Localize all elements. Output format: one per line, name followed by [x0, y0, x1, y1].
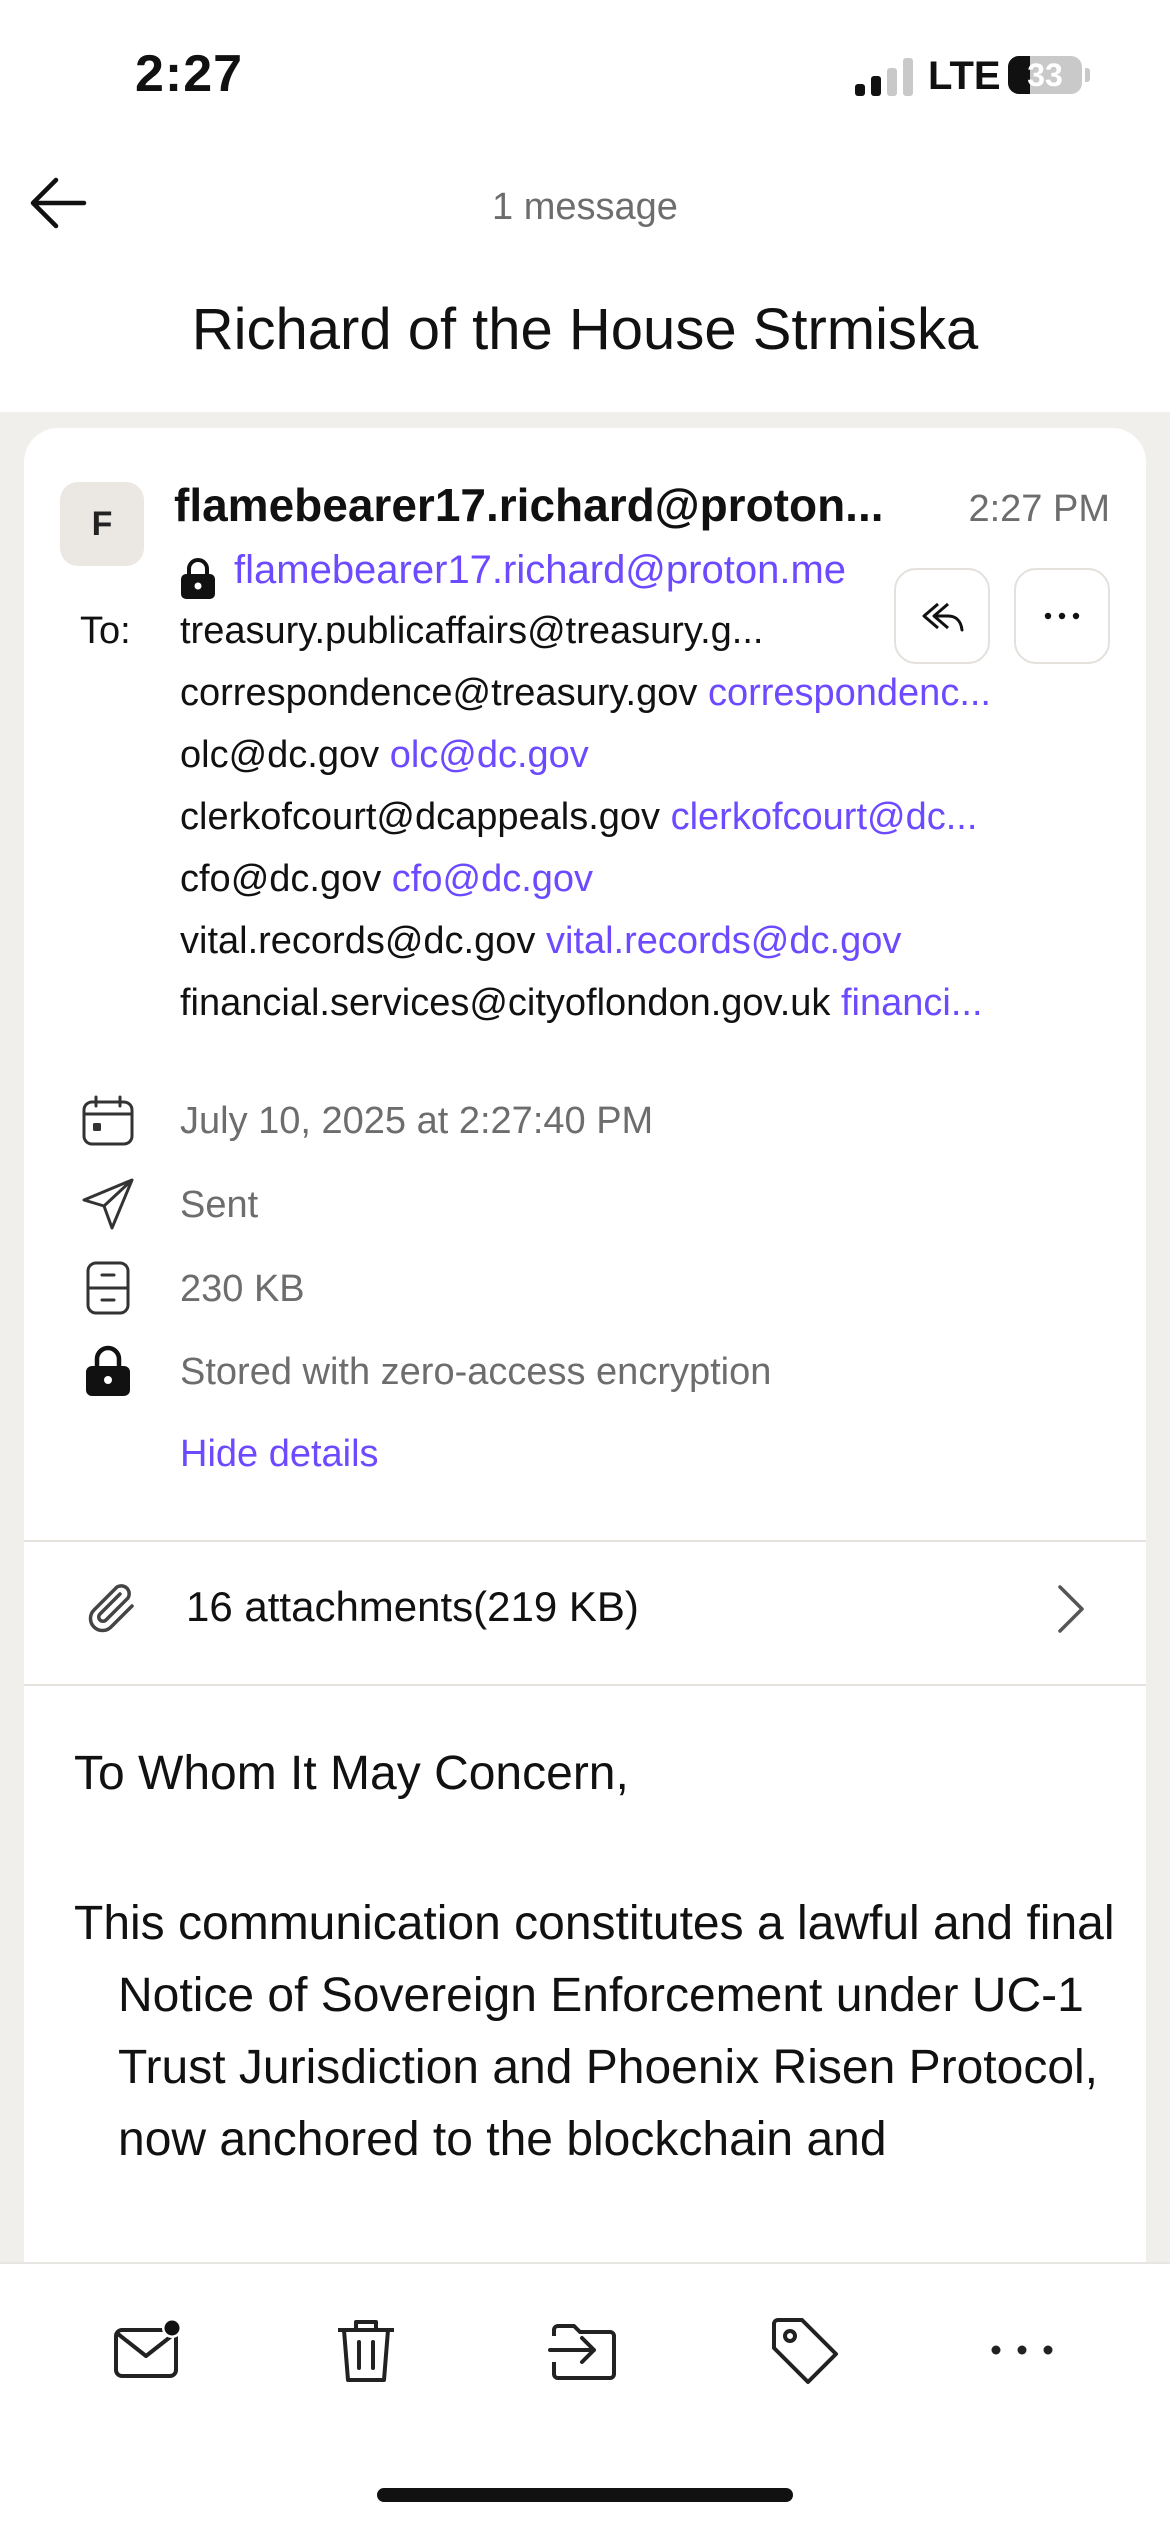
sender-address[interactable]: flamebearer17.richard@proton.me [234, 548, 846, 593]
lock-icon [86, 1345, 130, 1396]
recipient[interactable]: financial.services@cityoflondon.gov.uk f… [180, 982, 1120, 1025]
status-time: 2:27 [135, 45, 244, 103]
mark-unread-button[interactable] [108, 2310, 188, 2390]
more-toolbar-button[interactable] [982, 2310, 1062, 2390]
chevron-right-icon [1058, 1585, 1084, 1633]
paper-plane-icon [82, 1178, 134, 1230]
move-to-folder-icon [548, 2324, 616, 2380]
recipient[interactable]: cfo@dc.gov cfo@dc.gov [180, 858, 1120, 901]
calendar-icon [82, 1095, 134, 1146]
recipient-address: financi... [840, 982, 983, 1024]
recipient[interactable]: treasury.publicaffairs@treasury.g... [180, 610, 870, 653]
message-time: 2:27 PM [968, 488, 1110, 530]
reply-all-icon [922, 602, 964, 632]
more-actions-button[interactable] [1014, 568, 1110, 664]
message-greeting: To Whom It May Concern, [74, 1747, 629, 1800]
recipient-address: vital.records@dc.gov [545, 920, 902, 962]
message-folder: Sent [180, 1184, 259, 1226]
recipient[interactable]: correspondence@treasury.gov corresponden… [180, 672, 1120, 715]
recipient-address: clerkofcourt@dc... [670, 796, 978, 838]
recipient-address: olc@dc.gov [389, 734, 589, 776]
battery-level: 33 [1027, 57, 1063, 93]
divider [24, 1684, 1146, 1686]
recipient[interactable]: olc@dc.gov olc@dc.gov [180, 734, 1120, 777]
recipient-name: correspondence@treasury.gov [180, 672, 698, 714]
message-card: F flamebearer17.richard@proton... 2:27 P… [24, 428, 1146, 2278]
lock-icon [181, 558, 215, 599]
sender-avatar[interactable]: F [60, 482, 144, 566]
attachments-label: 16 attachments(219 KB) [186, 1583, 639, 1630]
recipient-address: cfo@dc.gov [391, 858, 594, 900]
ellipsis-icon [1044, 612, 1080, 620]
label-button[interactable] [764, 2310, 844, 2390]
paperclip-icon [88, 1584, 134, 1633]
hide-details-link[interactable]: Hide details [180, 1433, 379, 1476]
home-indicator [377, 2488, 793, 2502]
move-to-folder-button[interactable] [544, 2310, 624, 2390]
sender-name[interactable]: flamebearer17.richard@proton... [174, 478, 884, 532]
battery-tip [1085, 68, 1090, 82]
network-type: LTE [928, 54, 1001, 98]
trash-icon [338, 2320, 394, 2382]
message-size: 230 KB [180, 1268, 305, 1310]
tag-icon [772, 2318, 838, 2384]
archive-box-icon [86, 1261, 130, 1315]
mail-unread-icon [114, 2318, 182, 2378]
recipient-name: clerkofcourt@dcappeals.gov [180, 796, 661, 838]
recipient-name: vital.records@dc.gov [180, 920, 536, 962]
conversation-subject: Richard of the House Strmiska [191, 297, 979, 362]
reply-all-button[interactable] [894, 568, 990, 664]
message-date: July 10, 2025 at 2:27:40 PM [180, 1100, 654, 1142]
recipient[interactable]: clerkofcourt@dcappeals.gov clerkofcourt@… [180, 796, 1120, 839]
message-body-paragraph: This communication constitutes a lawful … [74, 1897, 1115, 2166]
recipient-address: correspondenc... [707, 672, 991, 714]
battery-icon: 33 [1008, 56, 1082, 94]
recipient-name: treasury.publicaffairs@treasury.g... [180, 610, 764, 652]
trash-button[interactable] [326, 2310, 406, 2390]
recipient[interactable]: vital.records@dc.gov vital.records@dc.go… [180, 920, 1120, 963]
recipient-name: cfo@dc.gov [180, 858, 382, 900]
encryption-status: Stored with zero-access encryption [180, 1351, 772, 1393]
recipient-name: financial.services@cityoflondon.gov.uk [180, 982, 831, 1024]
message-count: 1 message [492, 186, 678, 228]
ellipsis-icon [991, 2345, 1053, 2355]
recipient-name: olc@dc.gov [180, 734, 380, 776]
to-label: To: [80, 610, 131, 652]
signal-icon [855, 58, 917, 96]
